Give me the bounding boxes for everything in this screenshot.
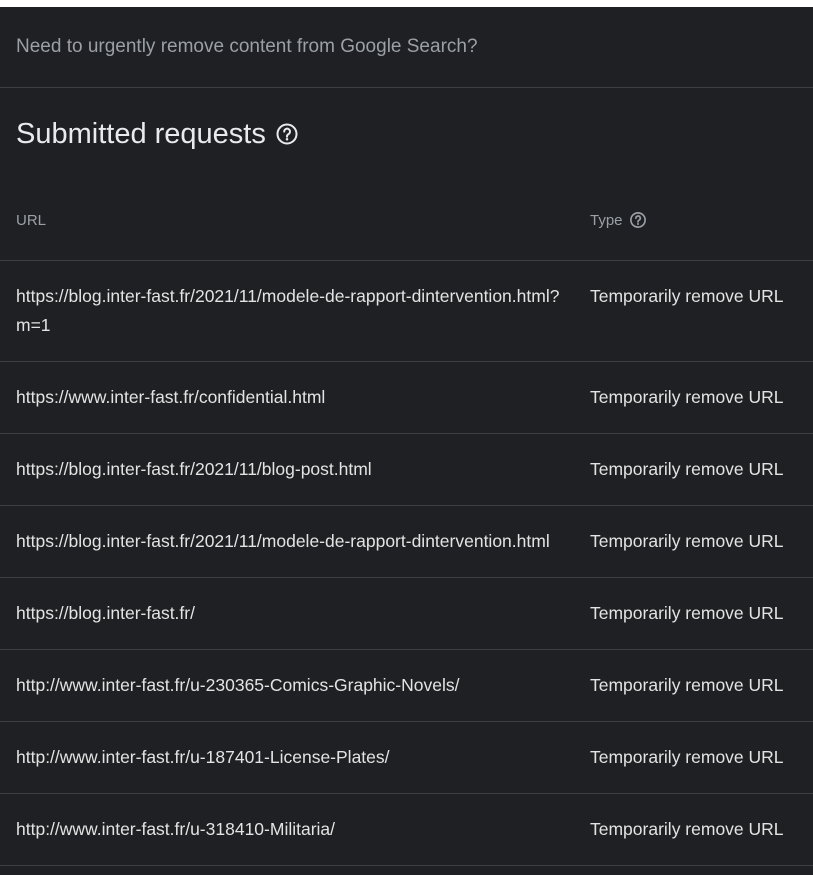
type-cell: Temporarily remove URL [590,721,813,794]
url-cell: http://www.inter-fast.fr/u-318410-Milita… [0,793,590,866]
url-cell: https://blog.inter-fast.fr/2021/11/model… [0,505,590,578]
table-row[interactable]: https://blog.inter-fast.fr/2021/11/model… [0,505,813,578]
type-cell: Temporarily remove URL [590,649,813,722]
table-row[interactable]: http://www.inter-fast.fr/u-187401-Licens… [0,721,813,794]
top-edge-strip [0,0,813,7]
table-row[interactable]: https://blog.inter-fast.fr/2021/11/blog-… [0,433,813,506]
url-column-header[interactable]: URL [0,180,590,261]
url-cell: https://blog.inter-fast.fr/2021/11/model… [0,260,590,362]
type-cell: Temporarily remove URL [590,260,813,362]
url-column-label: URL [16,211,47,229]
table-row[interactable]: https://blog.inter-fast.fr/2021/11/model… [0,260,813,362]
type-cell: Temporarily remove URL [590,361,813,434]
type-cell: Temporarily remove URL [590,793,813,866]
section-heading: Submitted requests [0,88,813,180]
type-cell: Temporarily remove URL [590,433,813,506]
help-icon[interactable] [629,211,647,229]
url-cell: https://www.inter-fast.fr/confidential.h… [0,361,590,434]
section-title: Submitted requests [16,117,266,150]
type-cell: Temporarily remove URL [590,505,813,578]
type-cell: Temporarily remove URL [590,577,813,650]
type-column-label: Type [590,211,623,229]
help-icon[interactable] [275,122,299,146]
table-row[interactable]: http://www.inter-fast.fr/u-318410-Milita… [0,793,813,866]
url-cell: http://www.inter-fast.fr/u-187401-Licens… [0,721,590,794]
type-column-header[interactable]: Type [590,180,813,261]
table-row[interactable]: http://www.inter-fast.fr/u-230365-Comics… [0,649,813,722]
table-header-row: URL Type [0,180,813,261]
urgent-removal-text[interactable]: Need to urgently remove content from Goo… [16,36,478,58]
table-row[interactable]: https://blog.inter-fast.fr/ Temporarily … [0,577,813,650]
submitted-requests-table: URL Type https://blog.inter-fast.fr/2021… [0,180,813,866]
table-row[interactable]: https://www.inter-fast.fr/confidential.h… [0,361,813,434]
url-cell: https://blog.inter-fast.fr/2021/11/blog-… [0,433,590,506]
urgent-removal-notice[interactable]: Need to urgently remove content from Goo… [0,7,813,88]
url-cell: http://www.inter-fast.fr/u-230365-Comics… [0,649,590,722]
url-cell: https://blog.inter-fast.fr/ [0,577,590,650]
